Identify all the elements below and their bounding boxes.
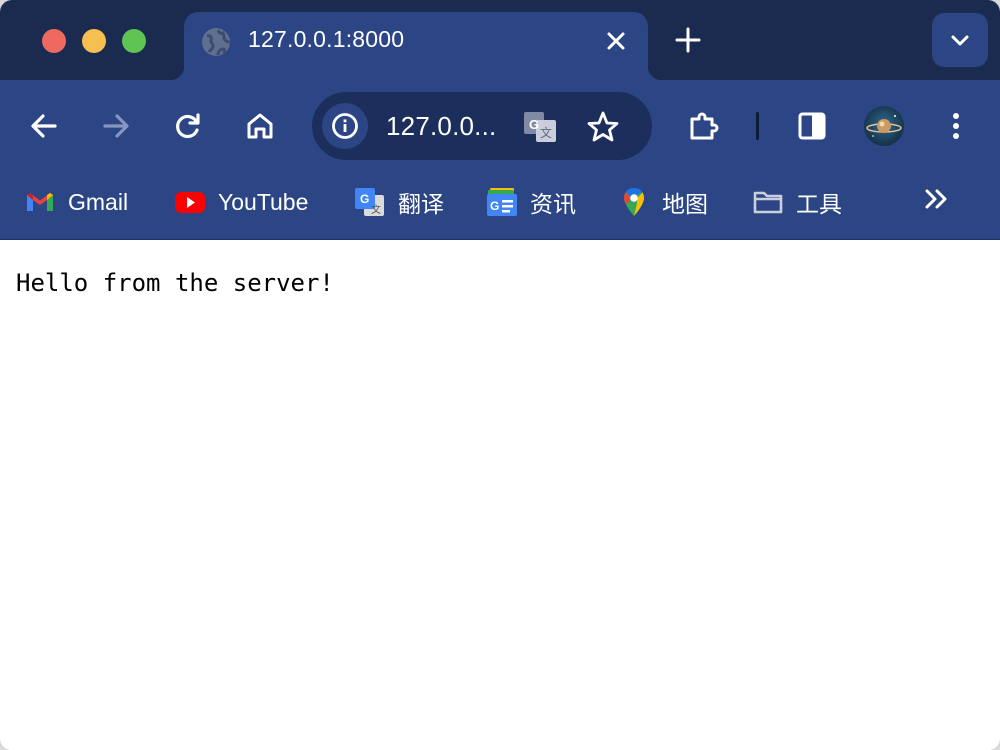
home-icon[interactable] [244,110,276,142]
bookmark-label: 资讯 [530,191,576,217]
avatar-image [866,115,902,137]
browser-window: 127.0.0.1:8000 127.0.0... G 文 Gmail YouT… [0,0,1000,750]
translate-icon[interactable]: G 文 [522,109,558,145]
toolbar: 127.0.0... G 文 [0,80,1000,172]
bookmark-gmail[interactable]: Gmail [24,186,128,218]
svg-text:G: G [490,199,499,213]
google-news-icon: G [487,188,517,216]
bookmark-label: YouTube [218,188,309,215]
window-zoom-button[interactable] [122,29,146,53]
bookmark-maps[interactable]: 地图 [618,186,708,218]
server-response-text: Hello from the server! [16,269,334,297]
bookmark-news[interactable]: G 资讯 [486,186,576,218]
svg-text:文: 文 [371,203,381,216]
bookmarks-bar: Gmail YouTube G 文 翻译 G 资讯 地图 工具 [0,172,1000,240]
back-arrow-icon[interactable] [28,110,60,142]
svg-text:文: 文 [540,125,552,140]
globe-icon [202,28,231,56]
svg-text:G: G [529,117,539,132]
new-tab-icon[interactable] [674,26,702,54]
bookmark-translate[interactable]: G 文 翻译 [354,186,444,218]
extensions-icon[interactable] [688,110,720,142]
toolbar-divider [756,112,759,140]
bookmark-label: 翻译 [398,191,444,217]
svg-text:G: G [360,192,369,206]
tab-title: 127.0.0.1:8000 [248,26,405,52]
bookmark-star-icon[interactable] [586,110,620,144]
gmail-icon [27,193,53,211]
active-tab[interactable]: 127.0.0.1:8000 [170,12,662,80]
chevron-double-right-icon[interactable] [920,183,952,215]
bookmark-youtube[interactable]: YouTube [174,186,308,218]
window-minimize-button[interactable] [82,29,106,53]
bookmark-folder-tools[interactable]: 工具 [752,186,842,218]
site-info-icon [332,113,358,139]
page-content: Hello from the server! [0,241,1000,750]
bookmark-label: Gmail [68,188,129,215]
folder-icon [753,191,783,214]
bookmark-label: 地图 [662,191,708,217]
chevron-down-icon [951,35,969,46]
close-icon[interactable] [604,29,628,53]
google-translate-icon: G 文 [355,188,384,216]
url-text[interactable]: 127.0.0... [386,111,496,142]
google-maps-icon [624,188,644,216]
forward-arrow-icon[interactable] [100,110,132,142]
tab-strip: 127.0.0.1:8000 [0,0,1000,80]
window-close-button[interactable] [42,29,66,53]
tab-search-button[interactable] [932,13,988,67]
reload-icon[interactable] [172,110,204,142]
address-bar[interactable]: 127.0.0... G 文 [312,92,652,160]
more-menu-icon[interactable] [940,110,972,142]
site-info-button[interactable] [322,103,368,149]
side-panel-icon[interactable] [796,110,828,142]
youtube-icon [175,192,205,213]
bookmark-label: 工具 [796,191,842,217]
profile-avatar[interactable] [864,106,904,146]
